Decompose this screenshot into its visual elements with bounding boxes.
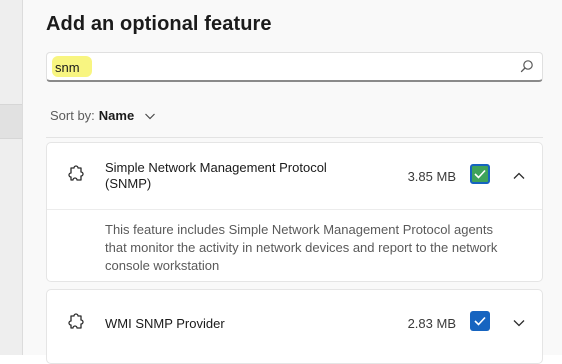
background-sidebar bbox=[0, 0, 22, 355]
chevron-down-icon[interactable] bbox=[512, 316, 526, 330]
feature-name: Simple Network Management Protocol (SNMP… bbox=[105, 160, 327, 191]
feature-card-snmp: Simple Network Management Protocol (SNMP… bbox=[46, 142, 543, 282]
chevron-down-icon[interactable] bbox=[144, 110, 156, 122]
search-input[interactable] bbox=[55, 57, 495, 77]
checkmark-icon bbox=[474, 169, 486, 179]
sort-value[interactable]: Name bbox=[99, 108, 134, 123]
feature-checkbox[interactable] bbox=[470, 164, 490, 184]
search-icon[interactable] bbox=[520, 59, 534, 73]
feature-size: 2.83 MB bbox=[407, 316, 456, 331]
feature-card-header[interactable]: WMI SNMP Provider 2.83 MB bbox=[47, 290, 542, 356]
sort-control[interactable]: Sort by: Name bbox=[50, 108, 156, 123]
feature-name: WMI SNMP Provider bbox=[105, 316, 225, 331]
add-optional-feature-dialog: Add an optional feature Sort by: Name Si… bbox=[22, 0, 562, 364]
dialog-title: Add an optional feature bbox=[46, 13, 272, 35]
search-box[interactable] bbox=[46, 52, 543, 82]
background-selected-row bbox=[0, 104, 22, 139]
feature-checkbox[interactable] bbox=[470, 311, 490, 331]
feature-card-wmi-snmp-provider: WMI SNMP Provider 2.83 MB bbox=[46, 289, 543, 364]
puzzle-piece-icon bbox=[68, 165, 84, 181]
chevron-up-icon[interactable] bbox=[512, 169, 526, 183]
divider bbox=[46, 137, 543, 138]
feature-size: 3.85 MB bbox=[407, 169, 456, 184]
puzzle-piece-icon bbox=[68, 313, 84, 329]
feature-card-header[interactable]: Simple Network Management Protocol (SNMP… bbox=[47, 143, 542, 210]
sort-label: Sort by: bbox=[50, 108, 95, 123]
checkmark-icon bbox=[474, 316, 486, 326]
feature-description: This feature includes Simple Network Man… bbox=[105, 222, 498, 273]
